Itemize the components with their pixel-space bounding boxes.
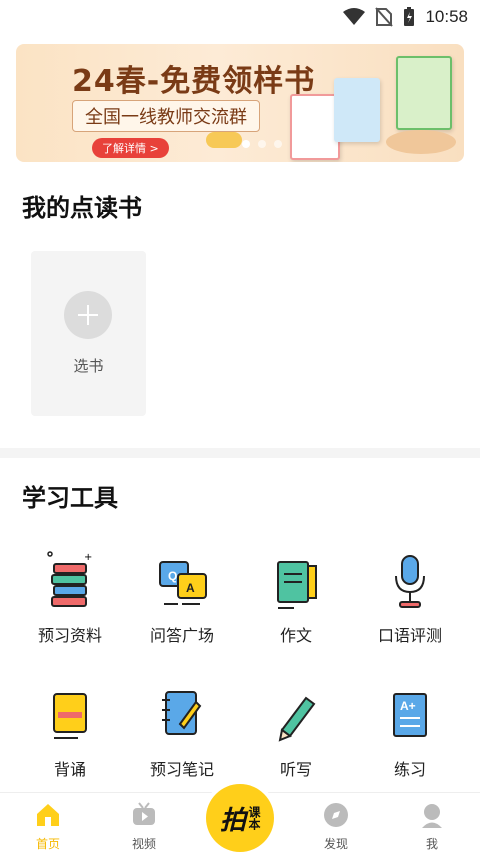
tool-label: 口语评测 xyxy=(377,626,442,645)
tool-composition[interactable]: 作文 xyxy=(236,550,356,646)
banner-subtitle: 全国一线教师交流群 xyxy=(72,100,260,132)
qa-chat-icon: Q A xyxy=(159,561,207,605)
section-divider xyxy=(0,448,480,458)
svg-text:A+: A+ xyxy=(400,699,416,713)
microphone-icon xyxy=(395,555,425,608)
tool-oral-evaluation[interactable]: 口语评测 xyxy=(350,550,470,646)
pagination-dot xyxy=(274,140,282,148)
tool-qa-square[interactable]: Q A 问答广场 xyxy=(122,550,242,646)
tab-label: 发现 xyxy=(323,837,348,851)
books-stack-icon: + xyxy=(47,551,92,607)
tool-label: 听写 xyxy=(279,760,312,779)
home-icon xyxy=(37,804,59,826)
tab-video[interactable]: 视频 xyxy=(96,793,192,856)
sample-book-image xyxy=(396,56,452,130)
tool-label: 作文 xyxy=(279,626,312,645)
pagination-dot xyxy=(242,140,250,148)
tv-icon xyxy=(133,802,155,825)
tab-home[interactable]: 首页 xyxy=(0,793,96,856)
tool-recite[interactable]: 背诵 xyxy=(10,684,130,780)
pencil-icon xyxy=(278,696,316,742)
compass-icon xyxy=(324,803,348,827)
promo-banner[interactable]: 24春-免费领样书 全国一线教师交流群 了解详情 > xyxy=(16,44,464,162)
status-time: 10:58 xyxy=(425,7,468,26)
banner-pagination xyxy=(242,140,282,148)
my-books-heading: 我的点读书 xyxy=(22,194,142,222)
banner-title: 24春-免费领样书 xyxy=(72,64,316,99)
center-button-big-text: 拍 xyxy=(219,805,246,836)
tab-label: 视频 xyxy=(131,837,156,851)
no-sim-icon xyxy=(375,7,394,27)
center-button-small-text: 课本 xyxy=(247,806,261,830)
sample-book-image xyxy=(290,94,340,160)
decor-gold-ingot xyxy=(206,132,242,148)
svg-text:A: A xyxy=(186,581,195,595)
tool-label: 预习资料 xyxy=(37,626,102,645)
tab-me[interactable]: 我 xyxy=(384,793,480,856)
pagination-dot xyxy=(258,140,266,148)
tool-preview-materials[interactable]: + 预习资料 xyxy=(10,550,130,646)
sample-book-image xyxy=(334,78,380,142)
user-icon xyxy=(422,804,442,828)
tab-label: 首页 xyxy=(35,837,60,851)
exercise-paper-icon: A+ xyxy=(393,693,427,737)
battery-icon xyxy=(404,7,415,26)
tool-label: 问答广场 xyxy=(149,626,214,645)
decor-plate xyxy=(386,130,456,154)
svg-text:Q: Q xyxy=(168,569,177,583)
tool-label: 背诵 xyxy=(53,760,86,779)
svg-text:+: + xyxy=(84,552,92,563)
select-book-card[interactable]: 选书 xyxy=(31,251,146,416)
recite-book-icon xyxy=(53,693,87,739)
composition-book-icon xyxy=(277,561,317,609)
tool-label: 预习笔记 xyxy=(149,760,214,779)
tab-discover[interactable]: 发现 xyxy=(288,793,384,856)
tool-exercise[interactable]: A+ 练习 xyxy=(350,684,470,780)
banner-details-button[interactable]: 了解详情 > xyxy=(92,138,169,158)
tool-dictation[interactable]: 听写 xyxy=(236,684,356,780)
tool-preview-notes[interactable]: 预习笔记 xyxy=(122,684,242,780)
wifi-icon xyxy=(343,8,366,25)
plus-icon xyxy=(64,291,112,339)
tools-heading: 学习工具 xyxy=(22,484,118,512)
tool-label: 练习 xyxy=(393,760,426,779)
photo-textbook-button[interactable]: 拍 课本 xyxy=(202,780,278,856)
status-bar: 10:58 xyxy=(0,0,480,34)
tab-label: 我 xyxy=(425,837,438,851)
photo-textbook-circle: 拍 课本 xyxy=(206,784,274,852)
select-book-label: 选书 xyxy=(73,357,104,375)
notebook-pen-icon xyxy=(162,691,202,735)
